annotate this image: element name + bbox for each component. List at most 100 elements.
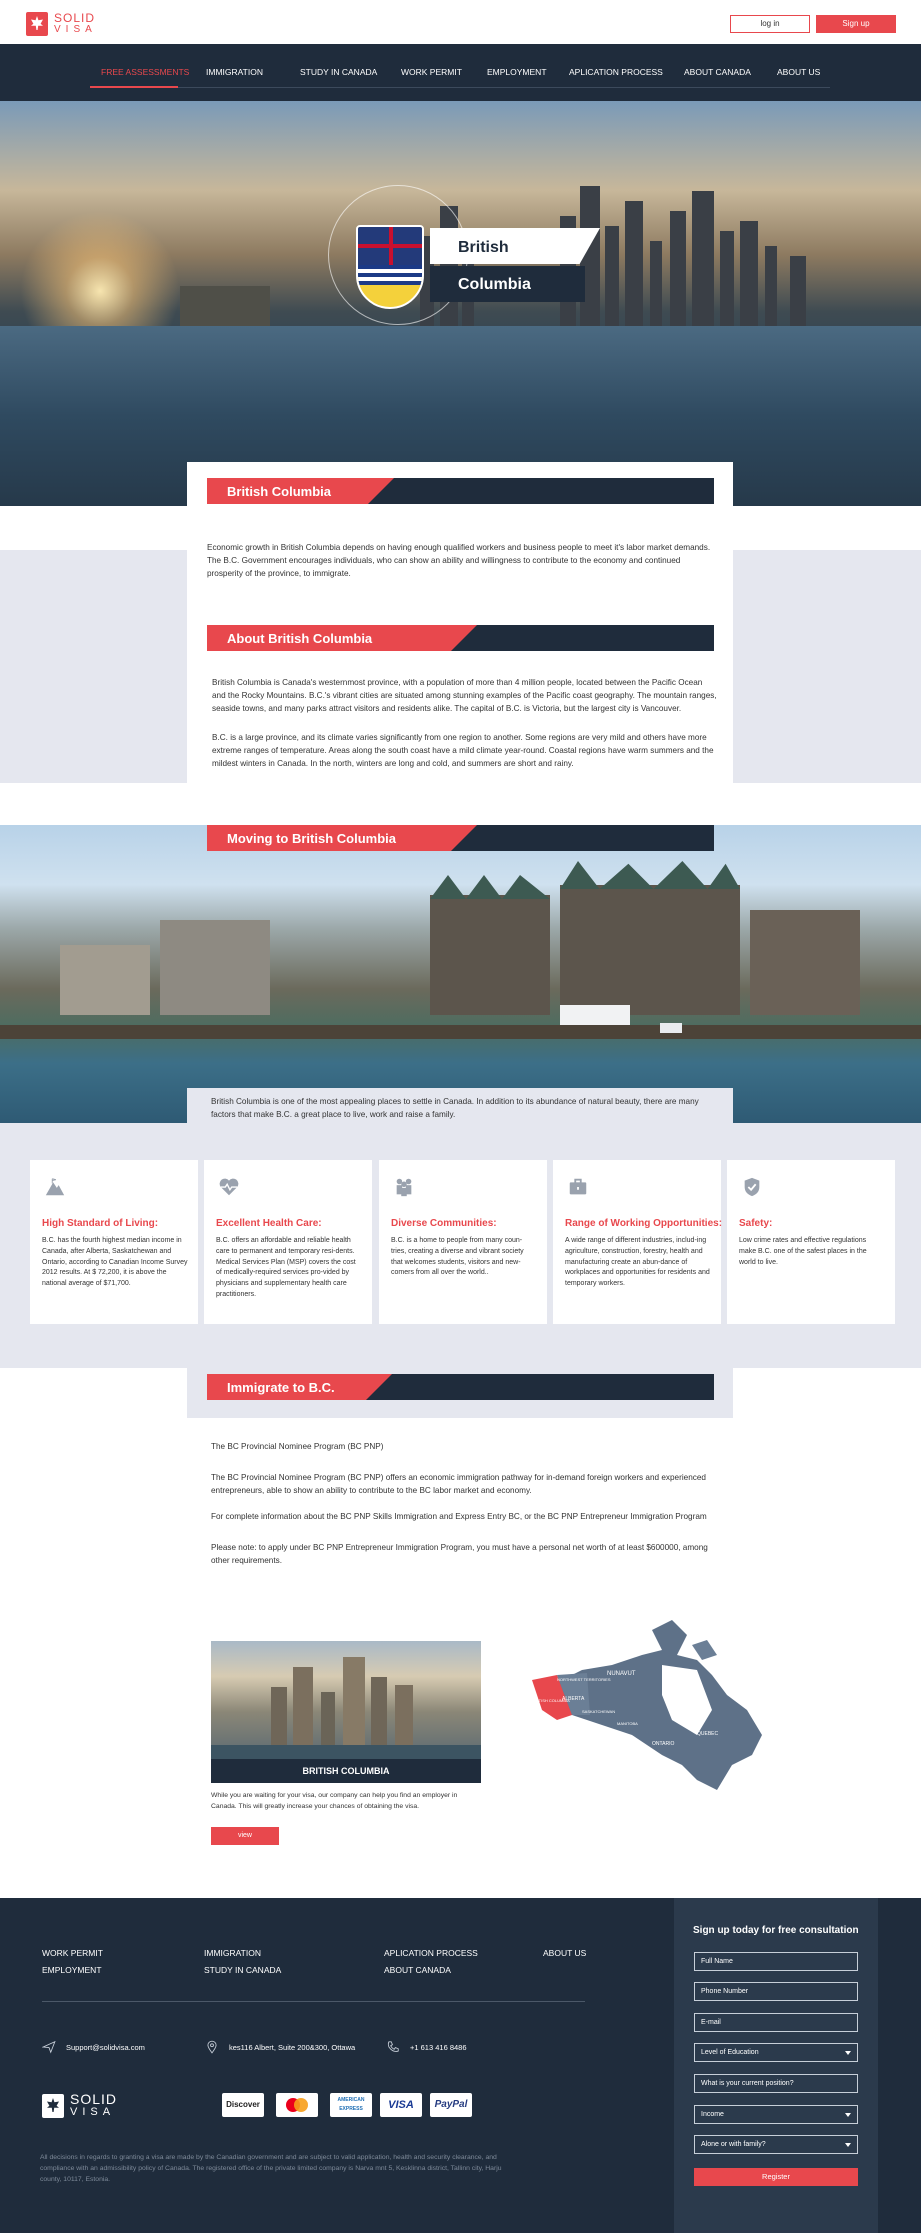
mastercard-icon xyxy=(276,2093,318,2117)
position-field[interactable]: What is your current position? xyxy=(694,2074,858,2093)
footer-address: kes116 Albert, Suite 200&300, Ottawa xyxy=(205,2040,355,2054)
register-button[interactable]: Register xyxy=(694,2168,858,2186)
section-heading: Immigrate to B.C. xyxy=(227,1380,335,1395)
discover-icon: Discover xyxy=(222,2093,264,2117)
footer-email-text: Support@solidvisa.com xyxy=(66,2042,145,2052)
feature-text: B.C. is a home to people from many coun-… xyxy=(391,1237,524,1277)
feature-title: Diverse Communities: xyxy=(391,1218,497,1229)
nav-divider xyxy=(90,87,830,88)
about-paragraph-1: British Columbia is Canada's westernmost… xyxy=(212,678,717,713)
feature-title: Safety: xyxy=(739,1218,773,1229)
section-banner-british-columbia: British Columbia xyxy=(207,478,714,504)
nav-item-study-in-canada[interactable]: STUDY IN CANADA xyxy=(300,67,377,77)
view-button[interactable]: view xyxy=(211,1827,279,1845)
footer-phone[interactable]: +1 613 416 8486 xyxy=(386,2040,467,2054)
footer-link-employment[interactable]: EMPLOYMENT xyxy=(42,1965,102,1975)
footer-link-about-canada[interactable]: ABOUT CANADA xyxy=(384,1965,451,1975)
nav-item-about-canada[interactable]: ABOUT CANADA xyxy=(684,67,751,77)
feature-text: B.C. offers an affordable and reliable h… xyxy=(216,1237,356,1298)
bc-card-text: While you are waiting for your visa, our… xyxy=(211,1792,458,1810)
section-heading: British Columbia xyxy=(227,484,332,499)
footer-link-work-permit[interactable]: WORK PERMIT xyxy=(42,1948,103,1958)
canada-map: YUKON NORTHWEST TERRITORIES NUNAVUT BRIT… xyxy=(532,1620,762,1790)
hero-image xyxy=(0,101,921,506)
logo-text-top: SOLID xyxy=(54,11,96,25)
nav-item-immigration[interactable]: IMMIGRATION xyxy=(206,67,263,77)
footer-disclaimer: All decisions in regards to granting a v… xyxy=(40,2154,502,2183)
chevron-down-icon xyxy=(845,2113,851,2117)
feature-card-work: Range of Working Opportunities: A wide r… xyxy=(553,1160,722,1324)
amex-icon: AMERICAN EXPRESS xyxy=(330,2093,372,2117)
signup-title: Sign up today for free consultation xyxy=(693,1925,859,1936)
footer-link-application-process[interactable]: APLICATION PROCESS xyxy=(384,1948,478,1958)
victoria-harbour-image xyxy=(0,825,921,1123)
immigrate-paragraph-4: Please note: to apply under BC PNP Entre… xyxy=(211,1543,708,1565)
heart-pulse-icon xyxy=(219,1178,239,1196)
about-paragraph-2: B.C. is a large province, and its climat… xyxy=(212,733,714,768)
map-label: ALBERTA xyxy=(562,1696,585,1702)
login-button[interactable]: log in xyxy=(730,15,810,33)
location-pin-icon xyxy=(207,2040,217,2054)
section-heading: Moving to British Columbia xyxy=(227,831,396,846)
footer-link-study-in-canada[interactable]: STUDY IN CANADA xyxy=(204,1965,281,1975)
income-select[interactable]: Income xyxy=(694,2105,858,2124)
map-label: MANITOBA xyxy=(617,1721,638,1726)
bc-card-caption: BRITISH COLUMBIA xyxy=(211,1759,481,1783)
visa-icon: VISA xyxy=(380,2093,422,2117)
bc-city-image xyxy=(211,1641,481,1759)
full-name-field[interactable]: Full Name xyxy=(694,1952,858,1971)
footer-logo[interactable]: SOLID VISA xyxy=(42,2091,118,2119)
footer-divider xyxy=(42,2001,585,2002)
briefcase-icon xyxy=(569,1178,587,1195)
nav-item-work-permit[interactable]: WORK PERMIT xyxy=(401,67,462,77)
footer-email[interactable]: Support@solidvisa.com xyxy=(42,2040,145,2054)
nav-item-application-process[interactable]: APLICATION PROCESS xyxy=(569,67,663,77)
nav-item-employment[interactable]: EMPLOYMENT xyxy=(487,67,547,77)
footer-link-immigration[interactable]: IMMIGRATION xyxy=(204,1948,261,1958)
footer-phone-text: +1 613 416 8486 xyxy=(410,2042,467,2052)
feature-card-living: High Standard of Living: B.C. has the fo… xyxy=(30,1160,198,1324)
footer-address-text: kes116 Albert, Suite 200&300, Ottawa xyxy=(229,2042,356,2052)
feature-text: A wide range of different industries, in… xyxy=(565,1237,710,1288)
logo-text-bottom: VISA xyxy=(54,24,97,35)
phone-number-field[interactable]: Phone Number xyxy=(694,1982,858,2001)
nav-item-about-us[interactable]: ABOUT US xyxy=(777,67,820,77)
nav-item-free-assessments[interactable]: FREE ASSESSMENTS xyxy=(101,67,189,77)
email-field[interactable]: E-mail xyxy=(694,2013,858,2032)
mountain-icon xyxy=(45,1178,65,1196)
map-label: ONTARIO xyxy=(652,1741,675,1747)
footer-link-about-us[interactable]: ABOUT US xyxy=(543,1948,586,1958)
map-label: SASKATCHEWAN xyxy=(582,1709,615,1714)
hero-title-line1: British xyxy=(458,239,509,256)
family-select[interactable]: Alone or with family? xyxy=(694,2135,858,2154)
section-banner-about: About British Columbia xyxy=(207,625,714,651)
map-label: NUNAVUT xyxy=(607,1671,636,1677)
feature-card-health: Excellent Health Care: B.C. offers an af… xyxy=(204,1160,372,1324)
paper-plane-icon xyxy=(42,2040,56,2054)
intro-text: Economic growth in British Columbia depe… xyxy=(207,543,711,578)
logo[interactable]: SOLID VISA xyxy=(26,12,97,36)
feature-title: High Standard of Living: xyxy=(42,1218,159,1229)
map-label: NORTHWEST TERRITORIES xyxy=(557,1677,611,1682)
education-select[interactable]: Level of Education xyxy=(694,2043,858,2062)
footer-logo-text-top: SOLID xyxy=(70,2091,118,2107)
immigrate-paragraph-1: The BC Provincial Nominee Program (BC PN… xyxy=(211,1442,384,1451)
feature-title: Excellent Health Care: xyxy=(216,1218,322,1229)
nav-active-underline xyxy=(90,86,178,88)
map-label: YUKON xyxy=(540,1663,558,1669)
bc-coat-of-arms-icon xyxy=(356,225,424,309)
feature-text: Low crime rates and effective regulation… xyxy=(739,1237,867,1266)
paypal-icon: PayPal xyxy=(430,2093,472,2117)
section-banner-immigrate: Immigrate to B.C. xyxy=(207,1374,714,1400)
signup-button[interactable]: Sign up xyxy=(816,15,896,33)
section-banner-moving: Moving to British Columbia xyxy=(207,825,714,851)
section-heading: About British Columbia xyxy=(227,631,373,646)
map-label: QUEBEC xyxy=(697,1731,719,1737)
shield-check-icon xyxy=(744,1177,760,1197)
hero-title-line2: Columbia xyxy=(458,276,531,293)
feature-card-safety: Safety: Low crime rates and effective re… xyxy=(727,1160,895,1324)
maple-leaf-icon xyxy=(26,12,48,36)
feature-card-communities: Diverse Communities: B.C. is a home to p… xyxy=(379,1160,547,1324)
maple-leaf-icon xyxy=(42,2094,64,2118)
phone-icon xyxy=(387,2041,399,2052)
